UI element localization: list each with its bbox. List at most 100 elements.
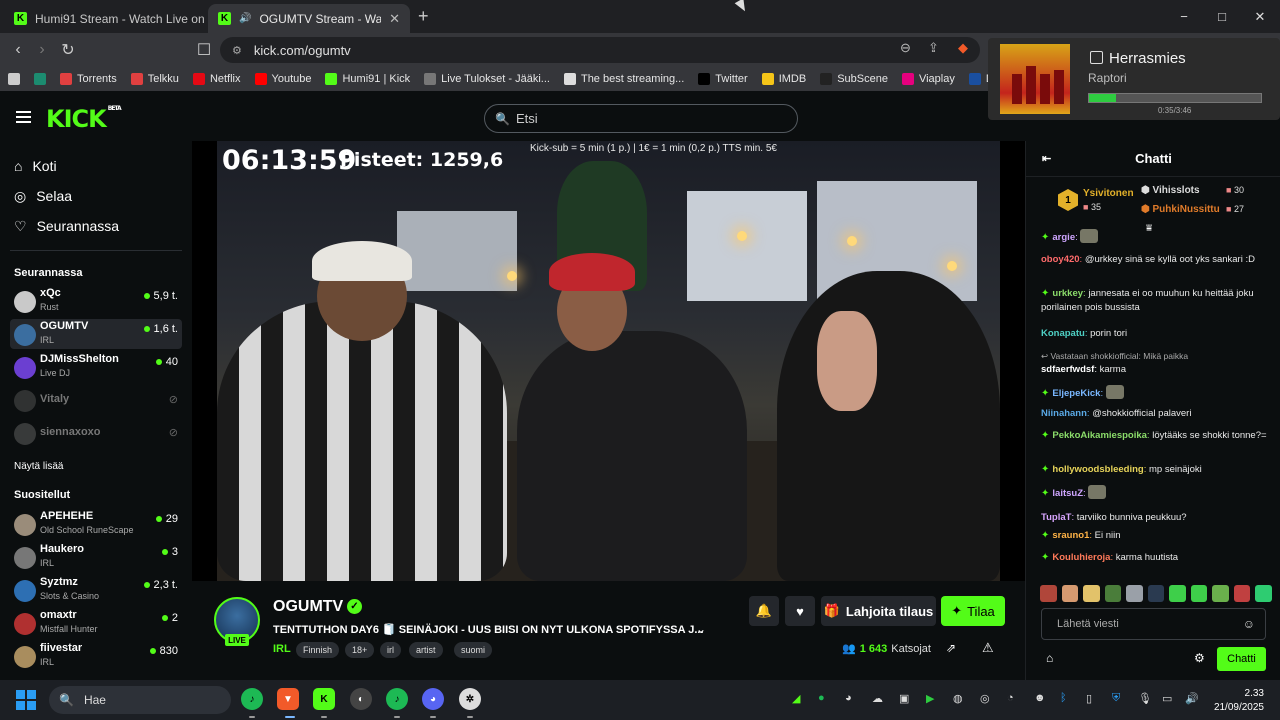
tray-shield-icon[interactable]: ⛨: [1112, 692, 1120, 705]
search-input[interactable]: 🔍 Etsi: [484, 104, 798, 133]
tray-cloud-icon[interactable]: ☁: [872, 692, 883, 705]
bookmark-item[interactable]: [8, 73, 20, 85]
leader-name[interactable]: ⬢ Vihisslots: [1141, 185, 1200, 196]
stream-tag[interactable]: artist: [409, 642, 443, 658]
volume-icon[interactable]: 🔊: [1185, 692, 1199, 705]
chat-username[interactable]: Konapatu: [1041, 328, 1085, 339]
chat-username[interactable]: TuplaT: [1041, 512, 1071, 523]
send-chat-button[interactable]: Chatti: [1217, 647, 1266, 671]
menu-icon[interactable]: [16, 111, 31, 123]
video-player[interactable]: 06:13:59 Pisteet: 1259,6 Kick-sub = 5 mi…: [192, 141, 1025, 581]
chat-username[interactable]: PekkoAikamiespoika: [1052, 430, 1147, 441]
steam-icon[interactable]: ◐: [350, 688, 372, 710]
bookmark-item[interactable]: The best streaming...: [563, 73, 684, 85]
tray-app-icon-3[interactable]: ◎: [980, 692, 990, 705]
stream-tag[interactable]: suomi: [454, 642, 493, 658]
chat-username[interactable]: hollywoodsbleeding: [1052, 464, 1143, 475]
channel-item[interactable]: Syztmz Slots & Casino 2,3 t.: [10, 575, 182, 605]
emote-icon[interactable]: [1147, 585, 1165, 602]
bookmark-item[interactable]: Youtube: [254, 73, 311, 85]
tray-discord-icon[interactable]: ◕: [845, 692, 852, 704]
network-icon[interactable]: ▭: [1162, 692, 1172, 705]
share-icon[interactable]: ⇪: [928, 40, 939, 56]
zoom-icon[interactable]: ⊖: [900, 40, 911, 56]
tray-usb-icon[interactable]: ▯: [1086, 692, 1092, 705]
show-more-link[interactable]: Näytä lisää: [14, 461, 63, 472]
channel-item[interactable]: APEHEHE Old School RuneScape 29: [10, 509, 182, 539]
forward-icon[interactable]: ›: [32, 40, 52, 60]
spotify-icon-2[interactable]: ♪: [386, 688, 408, 710]
tray-app-icon-4[interactable]: ◔: [1007, 692, 1014, 704]
chat-username[interactable]: laitsuZ: [1052, 488, 1083, 499]
leader-name[interactable]: ⬢ PuhkiNussittu: [1141, 204, 1220, 215]
tray-app-icon[interactable]: ▣: [899, 692, 909, 705]
app-icon[interactable]: ✲: [459, 688, 481, 710]
stream-tag[interactable]: 18+: [345, 642, 375, 658]
chat-username[interactable]: Kouluhieroja: [1052, 552, 1110, 563]
bookmark-item[interactable]: Torrents: [60, 73, 117, 85]
emote-icon[interactable]: [1233, 585, 1251, 602]
bookmark-page-icon[interactable]: ☐: [194, 40, 214, 60]
emote-icon[interactable]: [1212, 585, 1229, 602]
tray-spotify-icon[interactable]: ●: [818, 692, 825, 704]
store-icon[interactable]: ⌂: [1046, 651, 1053, 665]
taskbar-search[interactable]: 🔍 Hae: [49, 686, 231, 714]
gear-icon[interactable]: ⚙: [1194, 651, 1205, 665]
chat-username[interactable]: sdfaerfwdsf: [1041, 364, 1094, 375]
tab-humi91[interactable]: K Humi91 Stream - Watch Live on Kick: [4, 4, 204, 33]
emote-icon[interactable]: [1190, 585, 1208, 602]
nav-following[interactable]: ♡ Seurannassa: [14, 216, 119, 236]
nav-browse[interactable]: ◎ Selaa: [14, 186, 72, 206]
stream-tag[interactable]: irl: [380, 642, 401, 658]
bookmark-item[interactable]: Humi91 | Kick: [325, 73, 410, 85]
maximize-button[interactable]: □: [1202, 0, 1242, 33]
minimize-button[interactable]: −: [1164, 0, 1204, 33]
tray-app-icon-2[interactable]: ◍: [953, 692, 963, 705]
kick-logo[interactable]: KICK BETA: [46, 105, 122, 133]
microphone-icon[interactable]: 🎙: [1138, 692, 1152, 705]
gift-sub-button[interactable]: 🎁 Lahjoita tilaus: [821, 596, 936, 626]
brave-shield-icon[interactable]: ◆: [958, 40, 968, 56]
channel-item[interactable]: omaxtr Mistfall Hunter 2: [10, 608, 182, 638]
chat-username[interactable]: EljepeKick: [1052, 388, 1100, 399]
windows-start-icon[interactable]: [16, 690, 36, 710]
emoji-icon[interactable]: ☺: [1243, 617, 1255, 631]
emote-icon[interactable]: [1126, 585, 1143, 602]
address-bar[interactable]: ⚙ kick.com/ogumtv: [220, 37, 980, 63]
bookmark-item[interactable]: Live Tulokset - Jääki...: [424, 73, 550, 85]
category-link[interactable]: IRL: [273, 643, 291, 655]
nav-home[interactable]: ⌂ Koti: [14, 156, 57, 176]
stream-tag[interactable]: Finnish: [296, 642, 340, 658]
channel-item[interactable]: DJMissShelton Live DJ 40: [10, 352, 182, 382]
chat-username[interactable]: argie: [1052, 232, 1075, 243]
streamer-name[interactable]: OGUMTV: [273, 598, 343, 616]
channel-item[interactable]: siennaxoxo ⊘: [10, 418, 182, 448]
emote-icon[interactable]: [1061, 585, 1079, 602]
kick-app-icon[interactable]: K: [313, 688, 335, 710]
channel-item[interactable]: Vitaly ⊘: [10, 385, 182, 415]
channel-item[interactable]: xQc Rust 5,9 t.: [10, 286, 182, 316]
new-tab-button[interactable]: +: [418, 6, 429, 27]
chat-username[interactable]: srauno1: [1052, 530, 1089, 541]
report-icon[interactable]: ⚠: [982, 640, 994, 656]
share-icon[interactable]: ⇗: [946, 641, 956, 655]
subscribe-button[interactable]: ✦ Tilaa: [941, 596, 1005, 626]
pause-icon[interactable]: [1090, 51, 1103, 64]
brave-icon[interactable]: ▼: [277, 688, 299, 710]
spotify-icon[interactable]: ♪: [241, 688, 263, 710]
chat-username[interactable]: Niinahann: [1041, 408, 1087, 419]
reload-icon[interactable]: ↻: [58, 40, 78, 60]
notification-bell-button[interactable]: 🔔: [749, 596, 779, 626]
emote-icon[interactable]: [1040, 585, 1057, 602]
emote-icon[interactable]: [1255, 585, 1273, 602]
media-progress-bar[interactable]: [1088, 93, 1262, 103]
site-info-icon[interactable]: ⚙: [232, 44, 242, 57]
channel-item[interactable]: fiivestar IRL 830: [10, 641, 182, 671]
discord-icon[interactable]: ◕: [422, 688, 444, 710]
follow-button[interactable]: ♥: [785, 596, 815, 626]
chat-username[interactable]: urkkey: [1052, 288, 1083, 299]
chevron-down-icon[interactable]: ⌄: [696, 622, 706, 636]
leader-name[interactable]: Ysivitonen: [1083, 188, 1134, 199]
channel-item[interactable]: Haukero IRL 3: [10, 542, 182, 572]
bookmark-item[interactable]: Netflix: [192, 73, 241, 85]
